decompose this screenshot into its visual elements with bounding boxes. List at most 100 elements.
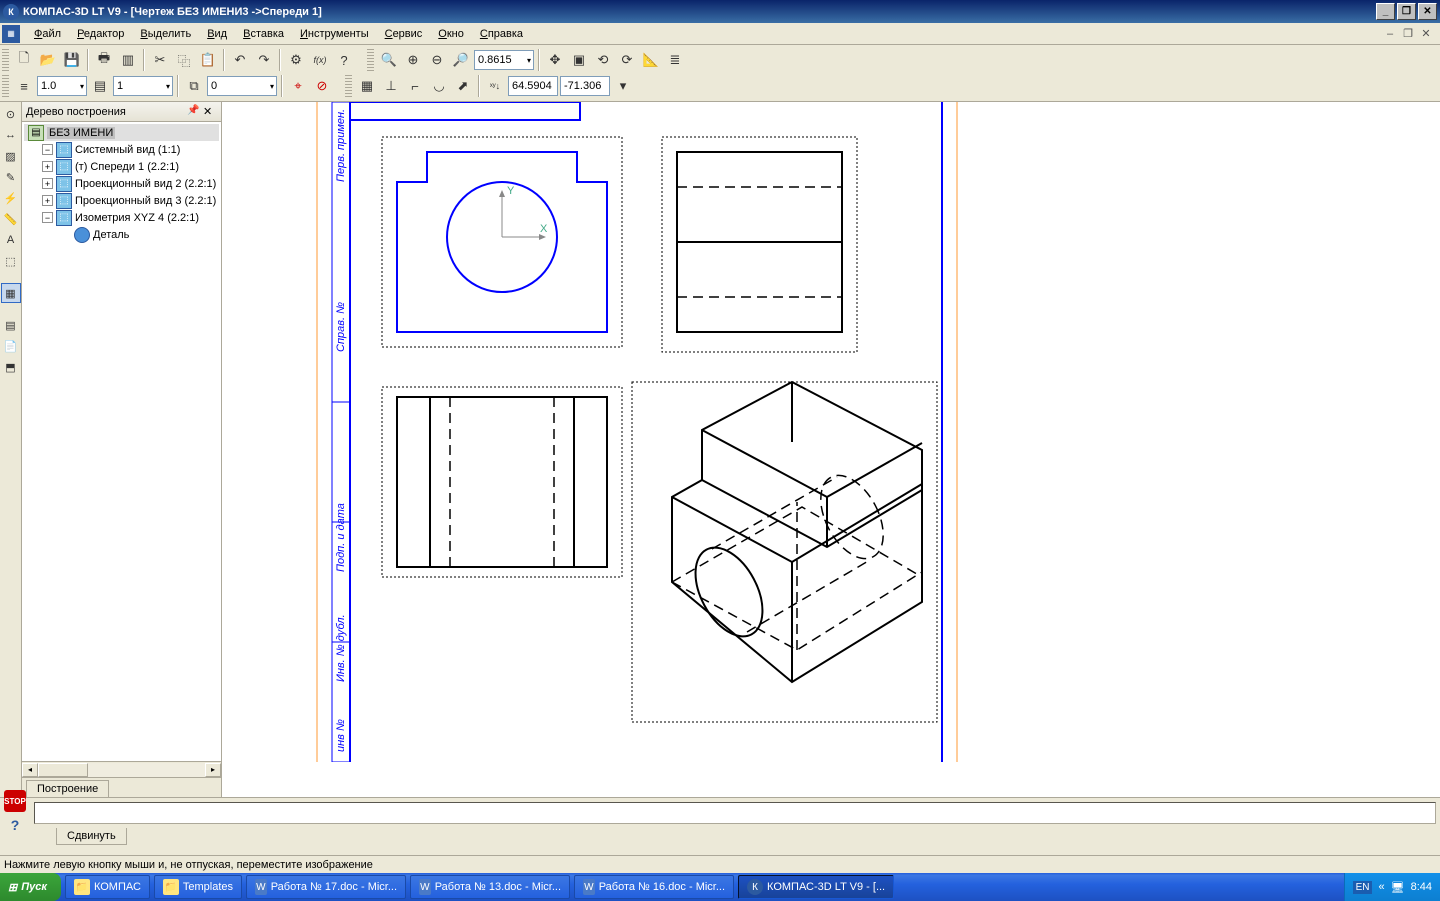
tree-item[interactable]: + ⬚ Проекционный вид 3 (2.2:1): [24, 192, 219, 209]
tree-item[interactable]: + ⬚ (т) Спереди 1 (2.2:1): [24, 158, 219, 175]
undo-button[interactable]: ↶: [229, 49, 251, 71]
preview-button[interactable]: ▥: [117, 49, 139, 71]
taskbar-item[interactable]: WРабота № 17.doc - Micr...: [246, 875, 406, 899]
menu-help[interactable]: Справка: [472, 26, 531, 42]
save-button[interactable]: 💾: [61, 49, 83, 71]
menu-file[interactable]: Файл: [26, 26, 69, 42]
redo-button[interactable]: ↷: [253, 49, 275, 71]
close-button[interactable]: ✕: [1418, 3, 1437, 20]
tree-item[interactable]: − ⬚ Системный вид (1:1): [24, 141, 219, 158]
zoom-prev-button[interactable]: ⟲: [592, 49, 614, 71]
mdi-restore[interactable]: ❐: [1400, 27, 1416, 41]
measure-tool[interactable]: 📏: [1, 209, 21, 229]
taskbar-item-active[interactable]: ККОМПАС-3D LT V9 - [...: [738, 875, 894, 899]
layers-button[interactable]: ≣: [664, 49, 686, 71]
menu-view[interactable]: Вид: [199, 26, 235, 42]
scroll-left-icon[interactable]: ◂: [22, 763, 38, 777]
tray-chevron-icon[interactable]: «: [1378, 881, 1384, 893]
menu-insert[interactable]: Вставка: [235, 26, 292, 42]
grip-icon[interactable]: [2, 75, 9, 97]
open-button[interactable]: 📂: [37, 49, 59, 71]
pin-icon[interactable]: 📌: [187, 105, 201, 119]
coord-y-field[interactable]: -71.306: [560, 76, 610, 96]
copy-button[interactable]: ⿻: [173, 49, 195, 71]
restore-button[interactable]: ❐: [1397, 3, 1416, 20]
report-tool[interactable]: 📄: [1, 336, 21, 356]
measure-button[interactable]: 📐: [640, 49, 662, 71]
command-input[interactable]: [34, 802, 1436, 824]
lineweight-combo[interactable]: 1.0: [37, 76, 87, 96]
zoom-window-button[interactable]: 🔍: [378, 49, 400, 71]
ortho-button[interactable]: ⊥: [380, 75, 402, 97]
round-button[interactable]: ◡: [428, 75, 450, 97]
snap-off-button[interactable]: ⊘: [311, 75, 333, 97]
zoom-combo[interactable]: 0.8615: [474, 50, 534, 70]
linetype-button[interactable]: ⧉: [183, 75, 205, 97]
collapse-icon[interactable]: −: [42, 212, 53, 223]
expand-icon[interactable]: +: [42, 195, 53, 206]
coord-drop-button[interactable]: ▾: [612, 75, 634, 97]
param-tool[interactable]: ⚡: [1, 188, 21, 208]
layer-button[interactable]: ▤: [89, 75, 111, 97]
linetype-combo[interactable]: 0: [207, 76, 277, 96]
paste-button[interactable]: 📋: [197, 49, 219, 71]
tree-scrollbar[interactable]: ◂ ▸: [22, 761, 221, 777]
mdi-close[interactable]: ✕: [1418, 27, 1434, 41]
clock[interactable]: 8:44: [1411, 881, 1432, 893]
redraw-button[interactable]: ⟳: [616, 49, 638, 71]
mdi-minimize[interactable]: –: [1382, 27, 1398, 41]
zoom-dyn-button[interactable]: 🔎: [450, 49, 472, 71]
whatsthis-button[interactable]: ?: [333, 49, 355, 71]
start-button[interactable]: ⊞ Пуск: [0, 873, 61, 901]
cut-button[interactable]: ✂: [149, 49, 171, 71]
zoom-fit-button[interactable]: ▣: [568, 49, 590, 71]
menu-select[interactable]: Выделить: [132, 26, 199, 42]
geom-tool[interactable]: ⊙: [1, 104, 21, 124]
coord-x-field[interactable]: 64.5904: [508, 76, 558, 96]
taskbar-item[interactable]: 📁КОМПАС: [65, 875, 150, 899]
param-button[interactable]: ⬈: [452, 75, 474, 97]
dim-tool[interactable]: ↔: [1, 125, 21, 145]
assoc-tool[interactable]: ⬚: [1, 251, 21, 271]
scroll-right-icon[interactable]: ▸: [205, 763, 221, 777]
tree-view[interactable]: ▤ БЕЗ ИМЕНИ − ⬚ Системный вид (1:1) + ⬚ …: [22, 122, 221, 761]
expand-icon[interactable]: +: [42, 178, 53, 189]
menu-service[interactable]: Сервис: [377, 26, 431, 42]
library-tool[interactable]: ⬒: [1, 357, 21, 377]
symbol-tool[interactable]: ▨: [1, 146, 21, 166]
zoom-in-button[interactable]: ⊕: [402, 49, 424, 71]
tree-item[interactable]: − ⬚ Изометрия XYZ 4 (2.2:1): [24, 209, 219, 226]
layer-combo[interactable]: 1: [113, 76, 173, 96]
zoom-out-button[interactable]: ⊖: [426, 49, 448, 71]
grip-icon[interactable]: [2, 49, 9, 71]
expand-icon[interactable]: +: [42, 161, 53, 172]
taskbar-item[interactable]: WРабота № 16.doc - Micr...: [574, 875, 734, 899]
tree-detail[interactable]: Деталь: [24, 226, 219, 243]
spec-tool[interactable]: ▤: [1, 315, 21, 335]
snap-on-button[interactable]: ⌖: [287, 75, 309, 97]
drawing-canvas[interactable]: Перв. примен. Справ. № Подп. и дата Инв.…: [222, 102, 1440, 797]
menu-edit[interactable]: Редактор: [69, 26, 132, 42]
grip-icon[interactable]: [367, 49, 374, 71]
local-button[interactable]: ⌐: [404, 75, 426, 97]
taskbar-item[interactable]: WРабота № 13.doc - Micr...: [410, 875, 570, 899]
pan-button[interactable]: ✥: [544, 49, 566, 71]
variables-button[interactable]: f(x): [309, 49, 331, 71]
grid-button[interactable]: ▦: [356, 75, 378, 97]
text-tool[interactable]: A: [1, 230, 21, 250]
tree-root[interactable]: ▤ БЕЗ ИМЕНИ: [24, 124, 219, 141]
new-button[interactable]: 🗋: [13, 49, 35, 71]
lang-indicator[interactable]: EN: [1353, 881, 1373, 894]
minimize-button[interactable]: _: [1376, 3, 1395, 20]
tree-close-icon[interactable]: ✕: [203, 105, 217, 119]
views-tool[interactable]: ▦: [1, 283, 21, 303]
stop-button[interactable]: STOP: [4, 790, 26, 812]
menu-tools[interactable]: Инструменты: [292, 26, 377, 42]
grip-icon[interactable]: [345, 75, 352, 97]
command-tab[interactable]: Сдвинуть: [56, 828, 127, 845]
print-button[interactable]: 🖶: [93, 49, 115, 71]
taskbar-item[interactable]: 📁Templates: [154, 875, 242, 899]
expand-icon[interactable]: −: [42, 144, 53, 155]
style-button[interactable]: ≡: [13, 75, 35, 97]
tray-icon[interactable]: 🖥: [1391, 881, 1405, 894]
